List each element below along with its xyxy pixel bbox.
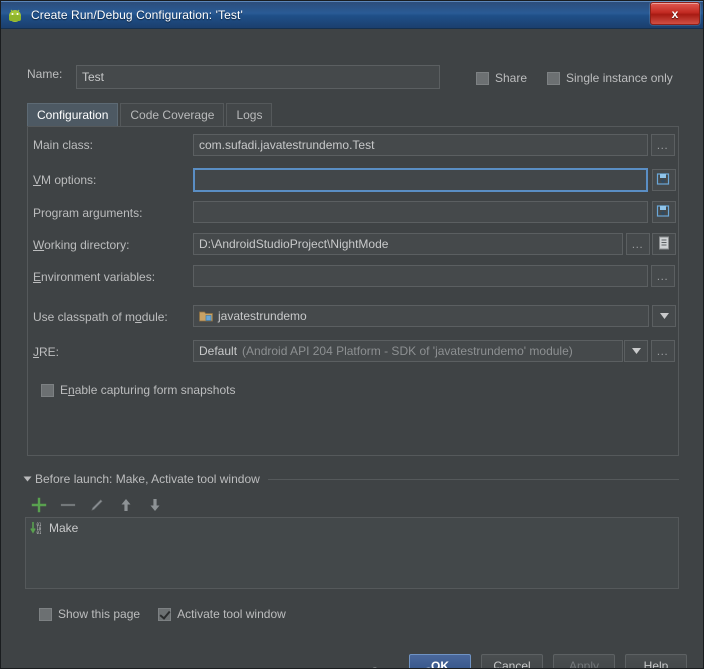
module-icon — [199, 310, 213, 322]
program-arguments-label: Program arguments: — [33, 206, 143, 220]
environment-variables-label-wrap: Environment variables: — [33, 270, 155, 284]
ok-button[interactable]: OK — [409, 654, 471, 668]
dialog-body: Name: Test Share Single instance only Co… — [1, 29, 703, 668]
jre-label: JRE: — [33, 345, 60, 359]
jre-browse-button[interactable]: … — [651, 340, 675, 362]
name-input[interactable]: Test — [76, 65, 440, 89]
move-up-icon — [118, 497, 134, 513]
environment-variables-browse-button[interactable]: … — [651, 265, 675, 287]
working-directory-input[interactable]: D:\AndroidStudioProject\NightMode — [193, 233, 623, 255]
show-this-page-checkbox[interactable]: Show this page — [39, 607, 140, 621]
before-launch-toolbar — [31, 497, 163, 513]
vm-options-expand-button[interactable] — [652, 169, 676, 191]
jre-dropdown-button[interactable] — [624, 340, 648, 362]
name-input-value: Test — [82, 70, 105, 84]
title-bar: Create Run/Debug Configuration: 'Test' x — [1, 1, 703, 29]
single-instance-label: Single instance only — [566, 71, 673, 85]
form-snapshots-checkbox[interactable]: Enable capturing form snapshots — [41, 383, 235, 397]
main-class-input[interactable]: com.sufadi.javatestrundemo.Test — [193, 134, 648, 156]
vm-options-label: VM options: — [33, 173, 97, 187]
move-down-icon — [147, 497, 163, 513]
classpath-module-label: Use classpath of module: — [33, 310, 168, 324]
vm-options-input[interactable] — [193, 168, 648, 192]
program-arguments-expand-button[interactable] — [652, 201, 676, 223]
name-label: Name: — [27, 67, 63, 81]
form-snapshots-checkbox-box — [41, 383, 54, 397]
tab-strip: Configuration Code Coverage Logs — [27, 103, 274, 127]
chevron-down-icon — [23, 476, 32, 482]
classpath-module-combo[interactable]: javatestrundemo — [193, 305, 649, 327]
ellipsis-icon: … — [656, 344, 670, 358]
divider — [267, 478, 679, 480]
share-label: Share — [495, 71, 528, 85]
working-directory-label-wrap: Working directory: — [33, 238, 129, 252]
form-snapshots-label: Enable capturing form snapshots — [60, 383, 236, 397]
jre-value-detail: (Android API 204 Platform - SDK of 'java… — [242, 344, 573, 358]
main-class-browse-button[interactable]: … — [651, 134, 675, 156]
ellipsis-icon: … — [656, 138, 670, 152]
share-checkbox[interactable]: Share — [476, 71, 527, 85]
jre-combo[interactable]: Default (Android API 204 Platform - SDK … — [193, 340, 623, 362]
classpath-module-label-wrap: Use classpath of module: — [33, 310, 168, 324]
window-title: Create Run/Debug Configuration: 'Test' — [31, 7, 243, 22]
single-instance-checkbox[interactable]: Single instance only — [547, 71, 673, 85]
close-glyph: x — [671, 6, 679, 21]
main-class-label: Main class: — [33, 138, 94, 152]
ellipsis-icon: … — [631, 237, 645, 251]
tab-configuration[interactable]: Configuration — [27, 103, 119, 127]
activate-tool-window-checkbox-box — [158, 607, 172, 621]
show-this-page-checkbox-box — [39, 607, 52, 621]
working-directory-macros-button[interactable] — [652, 233, 676, 255]
svg-text:01: 01 — [37, 530, 42, 535]
expand-icon — [656, 172, 672, 188]
help-button[interactable]: Help — [625, 654, 687, 668]
edit-icon — [89, 497, 105, 513]
bottom-checkbox-row: Show this page Activate tool window — [39, 607, 286, 621]
create-run-debug-configuration-dialog: Create Run/Debug Configuration: 'Test' x… — [0, 0, 704, 669]
activate-tool-window-label: Activate tool window — [177, 607, 286, 621]
before-launch-title: Before launch: Make, Activate tool windo… — [35, 472, 260, 486]
environment-variables-input[interactable] — [193, 265, 648, 287]
make-icon: 01 10 01 — [30, 521, 44, 535]
chevron-down-icon — [631, 345, 641, 357]
working-directory-label: Working directory: — [33, 238, 130, 252]
list-item[interactable]: 01 10 01 Make — [26, 518, 678, 537]
apply-button[interactable]: Apply — [553, 654, 615, 668]
classpath-module-dropdown-button[interactable] — [652, 305, 676, 327]
android-icon — [7, 7, 23, 23]
before-launch-list[interactable]: 01 10 01 Make — [25, 517, 679, 589]
jre-value: Default — [199, 344, 238, 358]
macros-icon — [658, 236, 670, 253]
before-launch-header[interactable]: Before launch: Make, Activate tool windo… — [23, 472, 679, 486]
program-arguments-input[interactable] — [193, 201, 648, 223]
cancel-button[interactable]: Cancel — [481, 654, 543, 668]
share-checkbox-box — [476, 71, 489, 85]
dialog-button-bar: OK Cancel Apply Help — [409, 654, 687, 668]
working-directory-browse-button[interactable]: … — [626, 233, 650, 255]
remove-icon — [60, 497, 76, 513]
expand-icon — [656, 204, 672, 220]
tab-code-coverage[interactable]: Code Coverage — [120, 103, 225, 127]
close-icon[interactable]: x — [650, 2, 700, 25]
show-this-page-label: Show this page — [58, 607, 141, 621]
classpath-module-value: javatestrundemo — [218, 309, 307, 323]
vm-options-label-wrap: VM options: — [33, 173, 96, 187]
ellipsis-icon: … — [656, 269, 670, 283]
single-instance-checkbox-box — [547, 71, 560, 85]
program-arguments-label-wrap: Program arguments: — [33, 206, 142, 220]
list-item-label: Make — [49, 520, 79, 535]
chevron-down-icon — [659, 310, 669, 322]
jre-label-wrap: JRE: — [33, 345, 59, 359]
name-label-wrap: Name: — [27, 67, 62, 81]
main-class-value: com.sufadi.javatestrundemo.Test — [199, 138, 375, 152]
environment-variables-label: Environment variables: — [33, 270, 156, 284]
main-class-label-wrap: Main class: — [33, 138, 93, 152]
activate-tool-window-checkbox[interactable]: Activate tool window — [158, 607, 286, 621]
working-directory-value: D:\AndroidStudioProject\NightMode — [199, 237, 389, 251]
add-icon[interactable] — [31, 497, 47, 513]
tab-logs[interactable]: Logs — [226, 103, 273, 127]
